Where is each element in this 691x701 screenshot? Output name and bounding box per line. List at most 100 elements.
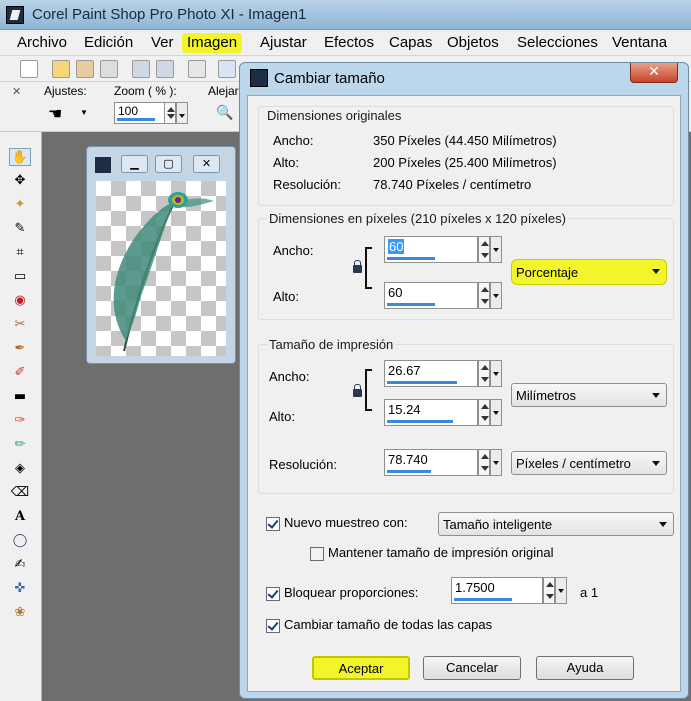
pixel-height-label: Alto: <box>273 289 300 304</box>
pixel-width-value: 60 <box>388 239 405 254</box>
clone-brush-icon[interactable]: ✒ <box>9 340 31 358</box>
menu-edicion[interactable]: Edición <box>79 33 138 53</box>
smudge-icon[interactable]: ✑ <box>9 412 31 430</box>
print-resolution-dropdown[interactable] <box>490 449 502 476</box>
warp-brush-icon[interactable]: ✜ <box>9 580 31 598</box>
chevron-down-icon <box>652 269 660 274</box>
print-resolution-label: Resolución: <box>269 457 337 472</box>
menu-capas[interactable]: Capas <box>384 33 437 53</box>
pen-tool-icon[interactable]: ✍ <box>9 556 31 574</box>
pan-tool-icon[interactable]: ✋ <box>9 148 31 166</box>
pixel-link-bracket <box>365 247 372 289</box>
chevron-down-icon <box>659 522 667 527</box>
aspect-ratio-dropdown[interactable] <box>555 577 567 604</box>
resize-dialog: Cambiar tamaño ✕ Dimensiones originales … <box>239 62 689 699</box>
menu-ventana[interactable]: Ventana <box>607 33 672 53</box>
pixel-unit-select[interactable]: Porcentaje <box>511 259 667 285</box>
accept-button[interactable]: Aceptar <box>312 656 410 680</box>
preset-dropdown-icon[interactable]: ▼ <box>80 108 88 117</box>
lock-aspect-checkbox[interactable] <box>266 587 280 601</box>
red-eye-icon[interactable]: ◉ <box>9 292 31 310</box>
original-height-label: Alto: <box>273 155 300 170</box>
print-resolution-input[interactable]: 78.740 <box>384 449 478 476</box>
browse-icon[interactable] <box>76 60 94 78</box>
color-replacer-icon[interactable]: ✏ <box>9 436 31 454</box>
print-height-dropdown[interactable] <box>490 399 502 426</box>
print-link-bracket <box>365 369 372 411</box>
resample-method-value: Tamaño inteligente <box>443 517 553 532</box>
cancel-button[interactable]: Cancelar <box>423 656 521 680</box>
menu-archivo[interactable]: Archivo <box>12 33 72 53</box>
makeover-tool-icon[interactable]: ✂ <box>9 316 31 334</box>
zoom-spinner[interactable] <box>164 102 176 124</box>
lighten-darken-icon[interactable]: ▬ <box>9 388 31 406</box>
menu-selecciones[interactable]: Selecciones <box>512 33 603 53</box>
print-height-spinner[interactable] <box>478 399 490 426</box>
pixel-width-input[interactable]: 60 <box>384 236 478 263</box>
aspect-ratio-spinner[interactable] <box>543 577 555 604</box>
save-as-icon[interactable] <box>156 60 174 78</box>
pixel-width-dropdown[interactable] <box>490 236 502 263</box>
close-options-icon[interactable]: ✕ <box>12 85 21 98</box>
preset-shape-icon[interactable]: ◯ <box>9 532 31 550</box>
pixel-height-value: 60 <box>388 285 403 300</box>
save-icon[interactable] <box>132 60 150 78</box>
move-tool-icon[interactable]: ✥ <box>9 172 31 190</box>
eraser-icon[interactable]: ⌫ <box>9 484 31 502</box>
resolution-unit-select[interactable]: Píxeles / centímetro <box>511 451 667 475</box>
zoom-bar <box>117 118 155 121</box>
pixel-height-dropdown[interactable] <box>490 282 502 309</box>
maximize-icon[interactable]: ▢ <box>155 155 182 173</box>
close-icon[interactable]: ✕ <box>193 155 220 173</box>
paint-brush-icon[interactable]: ✐ <box>9 364 31 382</box>
zoom-dropdown[interactable] <box>176 102 188 124</box>
fill-tool-icon[interactable]: ◈ <box>9 460 31 478</box>
pixel-height-spinner[interactable] <box>478 282 490 309</box>
print-height-input[interactable]: 15.24 <box>384 399 478 426</box>
open-folder-icon[interactable] <box>52 60 70 78</box>
print-width-dropdown[interactable] <box>490 360 502 387</box>
print-resolution-bar <box>387 470 431 473</box>
picture-tube-icon[interactable]: ❀ <box>9 604 31 622</box>
undo-icon[interactable] <box>218 60 236 78</box>
print-size-heading: Tamaño de impresión <box>267 337 396 352</box>
dropper-icon[interactable]: ✎ <box>9 220 31 238</box>
magic-wand-icon[interactable]: ✦ <box>9 196 31 214</box>
menu-ajustar[interactable]: Ajustar <box>255 33 312 53</box>
menu-efectos[interactable]: Efectos <box>319 33 379 53</box>
keep-print-size-checkbox[interactable] <box>310 547 324 561</box>
original-width-label: Ancho: <box>273 133 314 148</box>
pixel-width-spinner[interactable] <box>478 236 490 263</box>
print-width-input[interactable]: 26.67 <box>384 360 478 387</box>
new-file-icon[interactable] <box>20 60 38 78</box>
scan-icon[interactable] <box>100 60 118 78</box>
print-height-bar <box>387 420 453 423</box>
text-tool-icon[interactable]: A <box>9 508 31 526</box>
pixel-dimensions-group: Dimensiones en píxeles (210 píxeles x 12… <box>258 211 674 320</box>
pixel-height-input[interactable]: 60 <box>384 282 478 309</box>
help-button[interactable]: Ayuda <box>536 656 634 680</box>
print-resolution-spinner[interactable] <box>478 449 490 476</box>
chevron-down-icon <box>652 461 660 466</box>
print-unit-select[interactable]: Milímetros <box>511 383 667 407</box>
app-titlebar: Corel Paint Shop Pro Photo XI - Imagen1 <box>0 0 691 30</box>
minimize-icon[interactable]: ▁ <box>121 155 148 173</box>
deform-tool-icon[interactable]: ▭ <box>9 268 31 286</box>
print-width-spinner[interactable] <box>478 360 490 387</box>
aspect-ratio-input[interactable]: 1.7500 <box>451 577 543 604</box>
resize-all-layers-checkbox[interactable] <box>266 619 280 633</box>
hand-preset-icon[interactable]: ☚ <box>48 104 62 124</box>
print-icon[interactable] <box>188 60 206 78</box>
menu-imagen[interactable]: Imagen <box>182 33 243 53</box>
pixel-lock-icon <box>353 260 362 273</box>
image-window[interactable]: ▁ ▢ ✕ <box>86 146 236 364</box>
resample-method-select[interactable]: Tamaño inteligente <box>438 512 674 536</box>
menu-objetos[interactable]: Objetos <box>442 33 504 53</box>
menu-ver[interactable]: Ver <box>146 33 179 53</box>
dialog-close-button[interactable]: ✕ <box>630 63 678 83</box>
resample-checkbox[interactable] <box>266 517 280 531</box>
crop-tool-icon[interactable]: ⌗ <box>9 244 31 262</box>
image-canvas[interactable] <box>96 181 226 356</box>
zoom-out-icon[interactable]: 🔍 <box>216 104 233 121</box>
tools-palette: ✋ ✥ ✦ ✎ ⌗ ▭ ◉ ✂ ✒ ✐ ▬ ✑ ✏ ◈ ⌫ A ◯ ✍ ✜ ❀ <box>0 132 42 701</box>
